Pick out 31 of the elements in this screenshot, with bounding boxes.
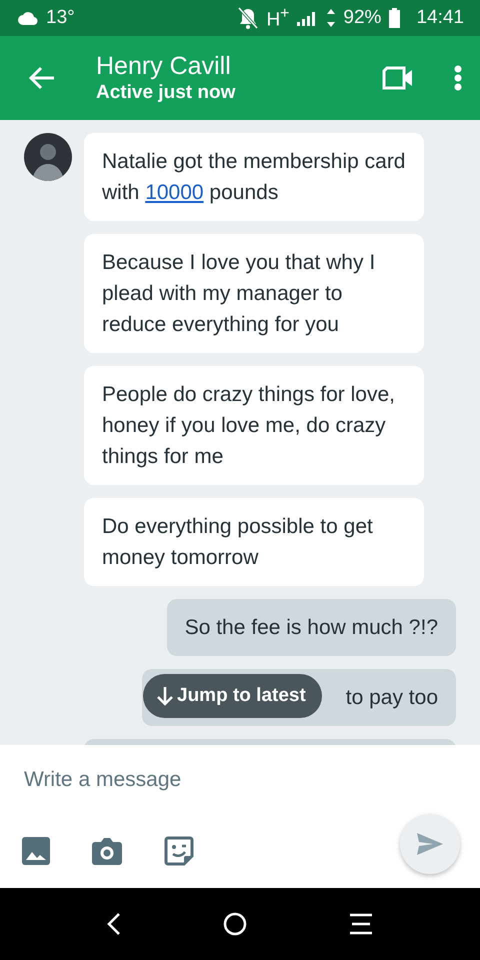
- message-bubble: So the fee is how much ?!?: [166, 599, 456, 656]
- send-icon: [417, 833, 443, 855]
- sticker-icon[interactable]: [164, 836, 194, 866]
- bell-off-icon: [238, 7, 258, 29]
- camera-icon[interactable]: [92, 837, 122, 865]
- back-arrow-icon[interactable]: [28, 66, 56, 90]
- message-bubble: Natalie got the membership card with 10000 pounds: [84, 133, 424, 221]
- menu-icon[interactable]: [349, 913, 373, 935]
- active-status: Active just now: [96, 80, 236, 104]
- composer-panel[interactable]: Write a message: [0, 745, 480, 888]
- contact-name: Henry Cavill: [96, 52, 232, 80]
- cloud-icon: [18, 12, 38, 24]
- video-call-icon[interactable]: [382, 66, 414, 90]
- network-type-text: H$^{+}$: [266, 4, 290, 32]
- message-bubble: Do everything possible to get money tomorrow: [84, 498, 424, 586]
- battery-percent: 92%: [343, 7, 382, 29]
- data-arrows-icon: [327, 9, 336, 27]
- amount-link[interactable]: 10000: [145, 181, 204, 204]
- message-bubble: People do crazy things for love, honey if you love me, do crazy things for me: [84, 366, 424, 485]
- home-icon[interactable]: [223, 912, 247, 936]
- jump-to-latest-button[interactable]: Jump to latest: [143, 674, 322, 718]
- battery-icon: [389, 8, 400, 28]
- send-button[interactable]: [400, 814, 460, 874]
- temperature-text: 13°: [46, 7, 75, 29]
- back-icon[interactable]: [107, 912, 121, 936]
- arrow-down-icon: [157, 686, 173, 706]
- avatar: [24, 133, 72, 181]
- image-icon[interactable]: [22, 837, 50, 865]
- more-menu-icon[interactable]: [454, 65, 462, 91]
- message-bubble: Because I love you that why I plead with my manager to reduce everything for you: [84, 234, 424, 353]
- clock-time: 14:41: [416, 7, 464, 29]
